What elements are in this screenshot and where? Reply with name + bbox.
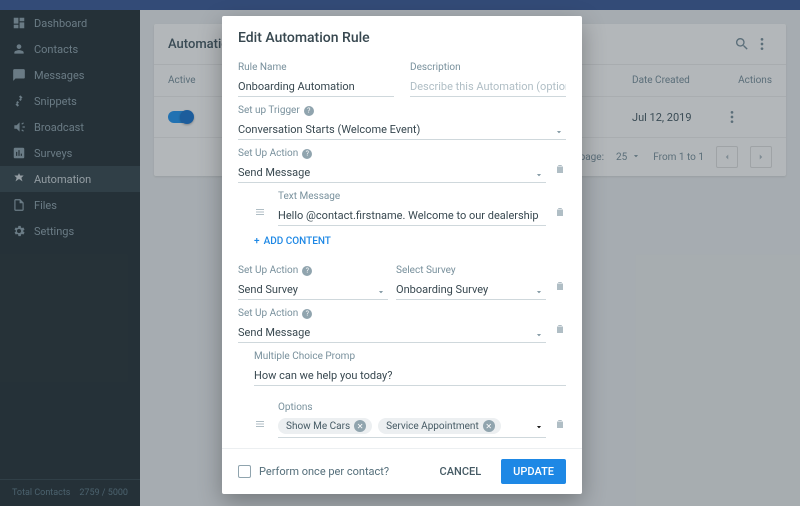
help-icon[interactable]: ? [302,309,312,319]
add-content-button[interactable]: +ADD CONTENT [254,236,566,247]
action-label: Set Up Action? [238,265,388,276]
delete-action-icon[interactable] [554,160,566,179]
edit-automation-modal: Edit Automation Rule Rule Name Descripti… [222,16,582,494]
delete-content-icon[interactable] [554,203,566,222]
action1-select[interactable] [238,161,546,183]
action2-select[interactable] [238,278,388,300]
mc-prompt-input[interactable] [254,366,566,386]
modal-title: Edit Automation Rule [222,16,582,54]
perform-once-label: Perform once per contact? [259,465,420,478]
help-icon[interactable]: ? [302,266,312,276]
cancel-button[interactable]: CANCEL [428,459,494,484]
text-message-input[interactable] [278,206,546,226]
trigger-label: Set up Trigger? [238,105,566,116]
chip-remove-icon[interactable]: ✕ [483,420,495,432]
trigger-select[interactable] [238,118,566,140]
delete-action-icon[interactable] [554,277,566,296]
mc-prompt-label: Multiple Choice Promp [254,351,566,362]
action-label: Set Up Action? [238,148,546,159]
action-label: Set Up Action? [238,308,546,319]
chip: Show Me Cars✕ [278,418,372,434]
description-label: Description [410,62,566,73]
options-chips[interactable]: Show Me Cars✕ Service Appointment✕ [278,415,546,438]
rule-name-label: Rule Name [238,62,394,73]
options-label: Options [278,402,546,413]
help-icon[interactable]: ? [302,149,312,159]
delete-action-icon[interactable] [554,320,566,339]
help-icon[interactable]: ? [304,106,314,116]
drag-icon[interactable] [254,203,266,222]
description-input[interactable] [410,77,566,97]
chip-remove-icon[interactable]: ✕ [354,420,366,432]
chip: Service Appointment✕ [378,418,501,434]
drag-icon[interactable] [254,415,266,434]
update-button[interactable]: UPDATE [501,459,566,484]
delete-content-icon[interactable] [554,415,566,434]
perform-once-checkbox[interactable] [238,465,251,478]
select-survey-label: Select Survey [396,265,546,276]
action3-select[interactable] [238,321,546,343]
rule-name-input[interactable] [238,77,394,97]
survey-select[interactable] [396,278,546,300]
text-message-label: Text Message [278,191,546,202]
